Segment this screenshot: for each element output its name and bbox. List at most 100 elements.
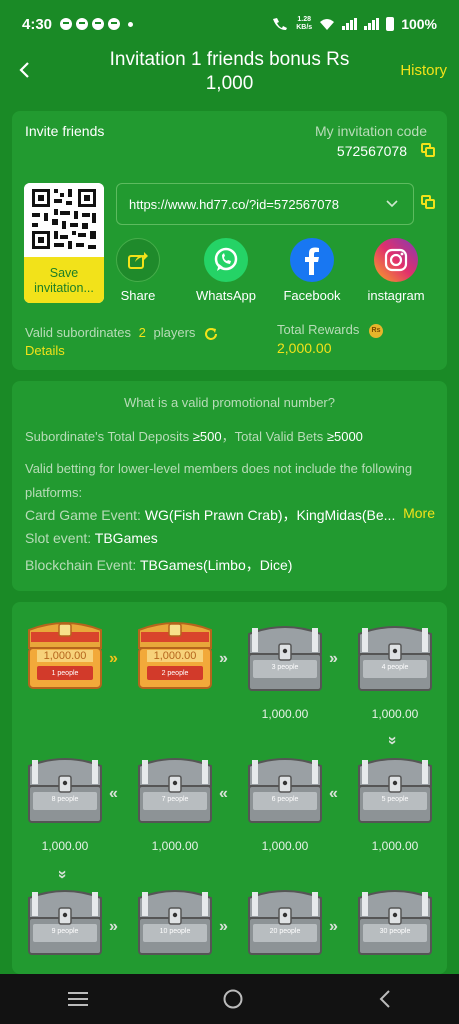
progress-arrow-icon: » — [329, 650, 338, 667]
battery-icon — [386, 17, 395, 31]
invite-card: Invite friends My invitation code 572567… — [12, 111, 447, 370]
call-icon — [273, 18, 288, 30]
valid-count: 2 — [138, 325, 146, 340]
blockchain-label: Blockchain Event: — [25, 557, 137, 573]
signal-icon — [364, 18, 380, 30]
battery-level: 100% — [401, 16, 437, 32]
chest-amount-inside: 1,000.00 — [43, 650, 87, 662]
share-icon — [116, 238, 160, 282]
facebook-button[interactable]: Facebook — [276, 238, 348, 303]
save-invitation-button[interactable]: Save invitation... — [24, 257, 104, 303]
instagram-button[interactable]: instagram — [360, 238, 432, 303]
whatsapp-icon — [204, 238, 248, 282]
progress-arrow-icon: « — [329, 785, 338, 802]
chest-people-label: 2 people — [161, 670, 189, 677]
progress-arrow-icon: » — [109, 918, 118, 935]
chest-people-label: 30 people — [379, 928, 411, 935]
rules-note: Valid betting for lower-level members do… — [25, 461, 413, 500]
back-button[interactable] — [10, 56, 38, 84]
qr-code-card[interactable]: Save invitation... — [24, 183, 104, 303]
blockchain-value: TBGames(Limbo，Dice) — [139, 557, 293, 573]
chest-amount-inside: 1,000.00 — [153, 650, 197, 662]
bets-value: ≥5000 — [326, 429, 363, 444]
chest-people-label: 10 people — [159, 928, 191, 935]
messenger-icon — [108, 18, 121, 30]
page-title: Invitation 1 friends bonus Rs 1,000 — [109, 49, 350, 94]
facebook-label: Facebook — [283, 288, 341, 303]
card-game-event: Card Game Event: WG(Fish Prawn Crab)，Kin… — [25, 505, 395, 525]
more-link[interactable]: More — [403, 505, 435, 521]
app-header: Invitation 1 friends bonus Rs 1,000 Hist… — [0, 40, 459, 104]
slot-event: Slot event: TBGames — [25, 530, 158, 546]
facebook-icon — [290, 238, 334, 282]
home-icon[interactable] — [222, 988, 244, 1010]
treasure-chest[interactable] — [135, 884, 215, 956]
chest-amount: 1,000.00 — [151, 839, 199, 853]
speed-unit: KB/s — [296, 24, 313, 31]
chest-people-label: 4 people — [381, 664, 409, 671]
chest-amount: 1,000.00 — [41, 839, 89, 853]
share-row: Share WhatsApp Facebook instagram — [110, 238, 425, 308]
instagram-label: instagram — [367, 288, 425, 303]
down-arrow-icon: » — [383, 736, 401, 742]
chest-people-label: 7 people — [161, 796, 189, 803]
card-game-value: WG(Fish Prawn Crab)，KingMidas(Be... — [144, 507, 396, 523]
invite-title: Invite friends — [25, 123, 105, 139]
treasure-chest[interactable] — [245, 620, 325, 692]
invitation-link: https://www.hd77.co/?id=572567078 — [129, 196, 339, 212]
wifi-icon — [320, 18, 335, 30]
total-rewards-label: Total Rewards Rs — [277, 322, 383, 338]
chest-people-label: 1 people — [51, 670, 79, 677]
status-time: 4:30 — [22, 15, 53, 33]
chest-amount: 1,000.00 — [371, 707, 419, 721]
valid-unit: players — [153, 325, 196, 340]
share-button[interactable]: Share — [110, 238, 166, 303]
deposit-value: ≥500 — [192, 429, 222, 444]
whatsapp-button[interactable]: WhatsApp — [188, 238, 264, 303]
rules-requirements: Subordinate's Total Deposits ≥500，Total … — [25, 429, 363, 444]
network-speed: 1.28 KB/s — [296, 16, 312, 32]
chest-amount: 1,000.00 — [261, 707, 309, 721]
details-link[interactable]: Details — [25, 343, 65, 358]
progress-arrow-icon: « — [109, 785, 118, 802]
down-arrow-icon: » — [53, 870, 71, 876]
speed-value: 1.28 — [297, 16, 312, 23]
messenger-icon — [60, 18, 73, 30]
copy-code-icon[interactable] — [421, 143, 435, 157]
chest-people-label: 8 people — [51, 796, 79, 803]
progress-arrow-icon: « — [219, 785, 228, 802]
treasure-chest[interactable] — [25, 884, 105, 956]
valid-subordinates: Valid subordinates 2 players — [25, 325, 219, 342]
signal-icon — [342, 18, 358, 30]
treasure-chest[interactable] — [25, 752, 105, 824]
treasure-chest[interactable] — [355, 752, 435, 824]
progress-arrow-icon: » — [219, 918, 228, 935]
rupee-badge-icon: Rs — [369, 323, 383, 338]
treasure-chest[interactable] — [135, 752, 215, 824]
messenger-icon — [76, 18, 89, 30]
chest-people-label: 6 people — [271, 796, 299, 803]
deposit-label: Subordinate's Total Deposits — [25, 429, 190, 444]
notification-icons — [60, 18, 134, 30]
recent-apps-icon[interactable] — [67, 991, 89, 1007]
invitation-code-label: My invitation code — [314, 123, 427, 139]
status-right: 1.28 KB/s 100% — [271, 16, 437, 32]
treasure-chest[interactable] — [355, 884, 435, 956]
qr-code-icon — [24, 183, 104, 257]
chest-people-label: 20 people — [269, 928, 301, 935]
back-nav-icon[interactable] — [378, 989, 392, 1009]
card-game-label: Card Game Event: — [25, 507, 141, 523]
blockchain-event: Blockchain Event: TBGames(Limbo，Dice) — [25, 555, 292, 575]
slot-label: Slot event: — [25, 530, 92, 546]
reward-chests-card: 1 people 1,000.00 2 people 1,000.00 3 people… — [12, 602, 447, 974]
slot-value: TBGames — [94, 530, 158, 546]
treasure-chest[interactable] — [245, 884, 325, 956]
treasure-chest[interactable] — [245, 752, 325, 824]
progress-arrow-icon: » — [219, 650, 228, 667]
invitation-link-select[interactable]: https://www.hd77.co/?id=572567078 — [116, 183, 414, 225]
treasure-chest[interactable] — [355, 620, 435, 692]
copy-link-icon[interactable] — [421, 195, 435, 209]
history-link[interactable]: History — [400, 62, 447, 79]
refresh-icon[interactable] — [203, 326, 219, 342]
chevron-left-icon — [19, 62, 29, 78]
